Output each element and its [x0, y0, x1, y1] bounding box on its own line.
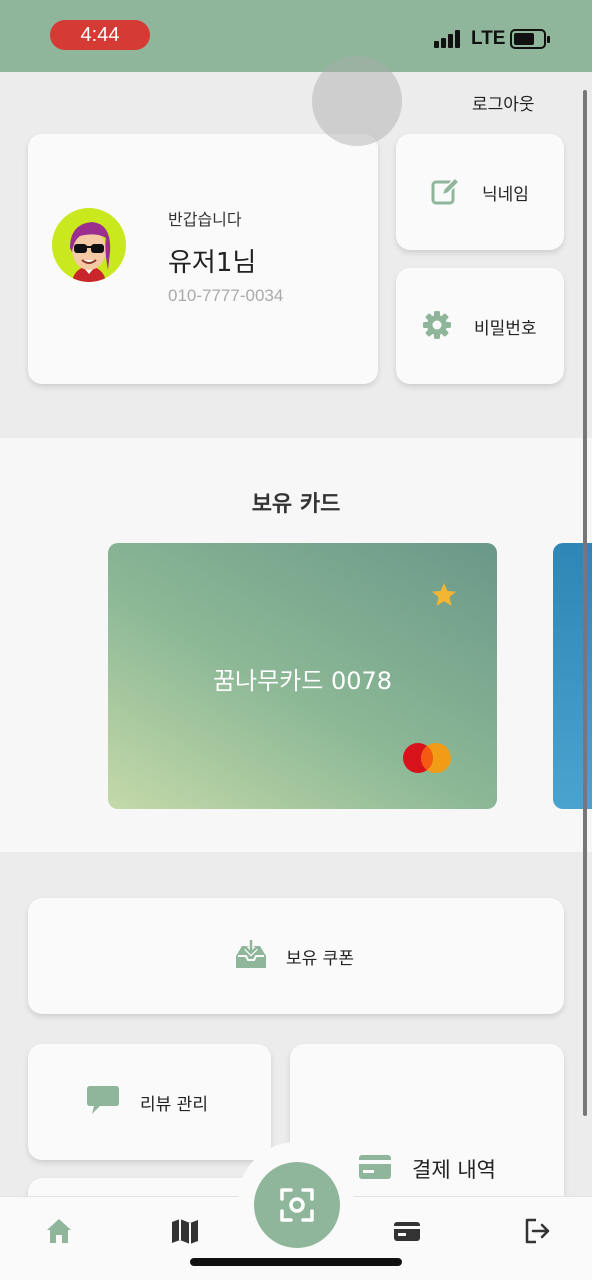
password-label: 비밀번호: [474, 319, 537, 339]
scan-icon: [280, 1188, 314, 1222]
cards-section: 보유 카드 꿈나무카드 0078: [0, 438, 592, 852]
avatar: [52, 208, 126, 282]
review-label: 리뷰 관리: [140, 1095, 208, 1115]
gear-icon: [423, 311, 451, 339]
review-button[interactable]: 리뷰 관리: [28, 1044, 271, 1160]
member-card[interactable]: 꿈나무카드 0078: [108, 543, 497, 809]
password-button[interactable]: 비밀번호: [396, 268, 564, 384]
logout-link[interactable]: 로그아웃: [472, 90, 535, 115]
status-bar: 4:44 LTE: [0, 0, 592, 72]
mastercard-icon: [403, 743, 451, 773]
touch-indicator: [312, 56, 402, 146]
edit-icon: [431, 176, 460, 205]
map-icon[interactable]: [170, 1216, 200, 1246]
battery-icon: [510, 29, 550, 49]
payment-label: 결제 내역: [412, 1158, 496, 1182]
coupon-button[interactable]: 보유 쿠폰: [28, 898, 564, 1014]
home-indicator: [190, 1258, 402, 1266]
star-icon[interactable]: [430, 581, 458, 609]
scrollbar[interactable]: [583, 90, 587, 1116]
nickname-label: 닉네임: [482, 185, 529, 205]
card-icon: [359, 1155, 391, 1179]
home-icon[interactable]: [44, 1216, 74, 1246]
signal-icon: [434, 30, 464, 48]
username: 유저1님: [168, 248, 257, 278]
card-name: 꿈나무카드 0078: [212, 667, 393, 695]
phone-number: 010-7777-0034: [168, 286, 284, 305]
wallet-icon[interactable]: [392, 1216, 422, 1246]
nickname-button[interactable]: 닉네임: [396, 134, 564, 250]
status-time: 4:44: [50, 20, 150, 50]
coupon-label: 보유 쿠폰: [286, 949, 354, 969]
profile-card: 반갑습니다 유저1님 010-7777-0034: [28, 134, 378, 384]
greeting-text: 반갑습니다: [168, 210, 242, 229]
network-type: LTE: [471, 28, 506, 49]
section-title: 보유 카드: [251, 492, 341, 517]
inbox-icon: [236, 940, 266, 968]
scan-button[interactable]: [254, 1162, 340, 1248]
logout-icon[interactable]: [522, 1216, 552, 1246]
chat-icon: [87, 1086, 119, 1114]
